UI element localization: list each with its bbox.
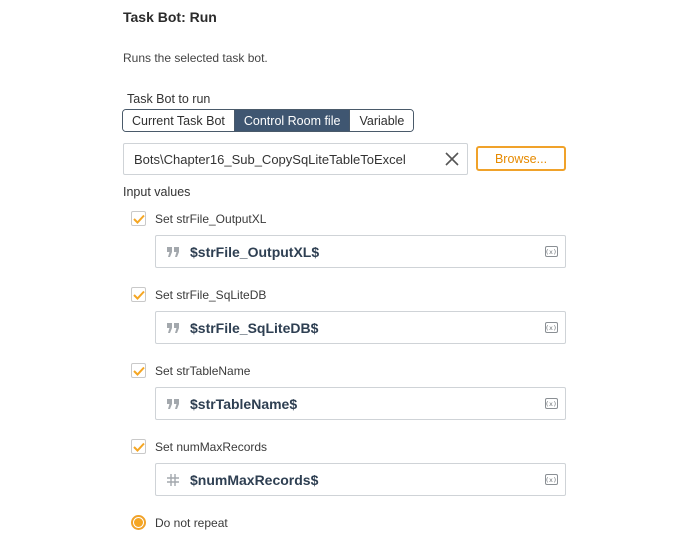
taskbot-source-selector: Current Task Bot Control Room file Varia… [122,109,415,132]
variable-icon-glyph: (x) [544,322,558,333]
file-path-field[interactable]: Bots\Chapter16_Sub_CopySqLiteTableToExce… [123,143,468,175]
repeat-option: Do not repeat [131,515,228,530]
variable-value: $strFile_OutputXL$ [190,243,320,260]
variable-input-field[interactable]: $strFile_OutputXL$ (x) [155,235,566,268]
checkbox-label: Set numMaxRecords [155,439,268,454]
option-variable[interactable]: Variable [350,110,414,131]
browse-button[interactable]: Browse... [476,146,566,171]
panel-description: Runs the selected task bot. [123,51,268,65]
checkbox-checked[interactable] [131,439,146,454]
quote-icon [156,388,190,419]
checkbox-label: Set strTableName [155,363,251,378]
input-values-label: Input values [123,185,191,199]
checkbox-checked[interactable] [131,363,146,378]
input-row-checkbox: Set strTableName [131,363,250,378]
radio-label: Do not repeat [155,515,228,530]
variable-value: $strFile_SqLiteDB$ [190,319,319,336]
radio-selected[interactable] [131,515,146,530]
clear-icon[interactable] [437,144,467,174]
variable-value: $numMaxRecords$ [190,471,319,488]
quote-icon [156,236,190,267]
hash-icon [156,464,190,495]
insert-variable-icon[interactable]: (x) [537,236,565,267]
file-path-value: Bots\Chapter16_Sub_CopySqLiteTableToExce… [134,151,406,167]
variable-icon-glyph: (x) [544,246,558,257]
option-current-task-bot[interactable]: Current Task Bot [123,110,235,131]
variable-icon-glyph: (x) [544,398,558,409]
option-control-room-file[interactable]: Control Room file [234,110,351,131]
panel-title: Task Bot: Run [123,9,217,25]
variable-input-field[interactable]: $strFile_SqLiteDB$ (x) [155,311,566,344]
variable-value: $strTableName$ [190,395,298,412]
insert-variable-icon[interactable]: (x) [537,312,565,343]
input-row-checkbox: Set numMaxRecords [131,439,267,454]
checkbox-label: Set strFile_OutputXL [155,211,267,226]
insert-variable-icon[interactable]: (x) [537,464,565,495]
input-row-checkbox: Set strFile_SqLiteDB [131,287,266,302]
variable-icon-glyph: (x) [544,474,558,485]
insert-variable-icon[interactable]: (x) [537,388,565,419]
quote-icon [156,312,190,343]
checkbox-label: Set strFile_SqLiteDB [155,287,267,302]
checkbox-checked[interactable] [131,211,146,226]
radio-dot [134,518,143,527]
variable-input-field[interactable]: $numMaxRecords$ (x) [155,463,566,496]
input-row-checkbox: Set strFile_OutputXL [131,211,266,226]
checkbox-checked[interactable] [131,287,146,302]
variable-input-field[interactable]: $strTableName$ (x) [155,387,566,420]
taskbot-section-label: Task Bot to run [127,92,211,106]
